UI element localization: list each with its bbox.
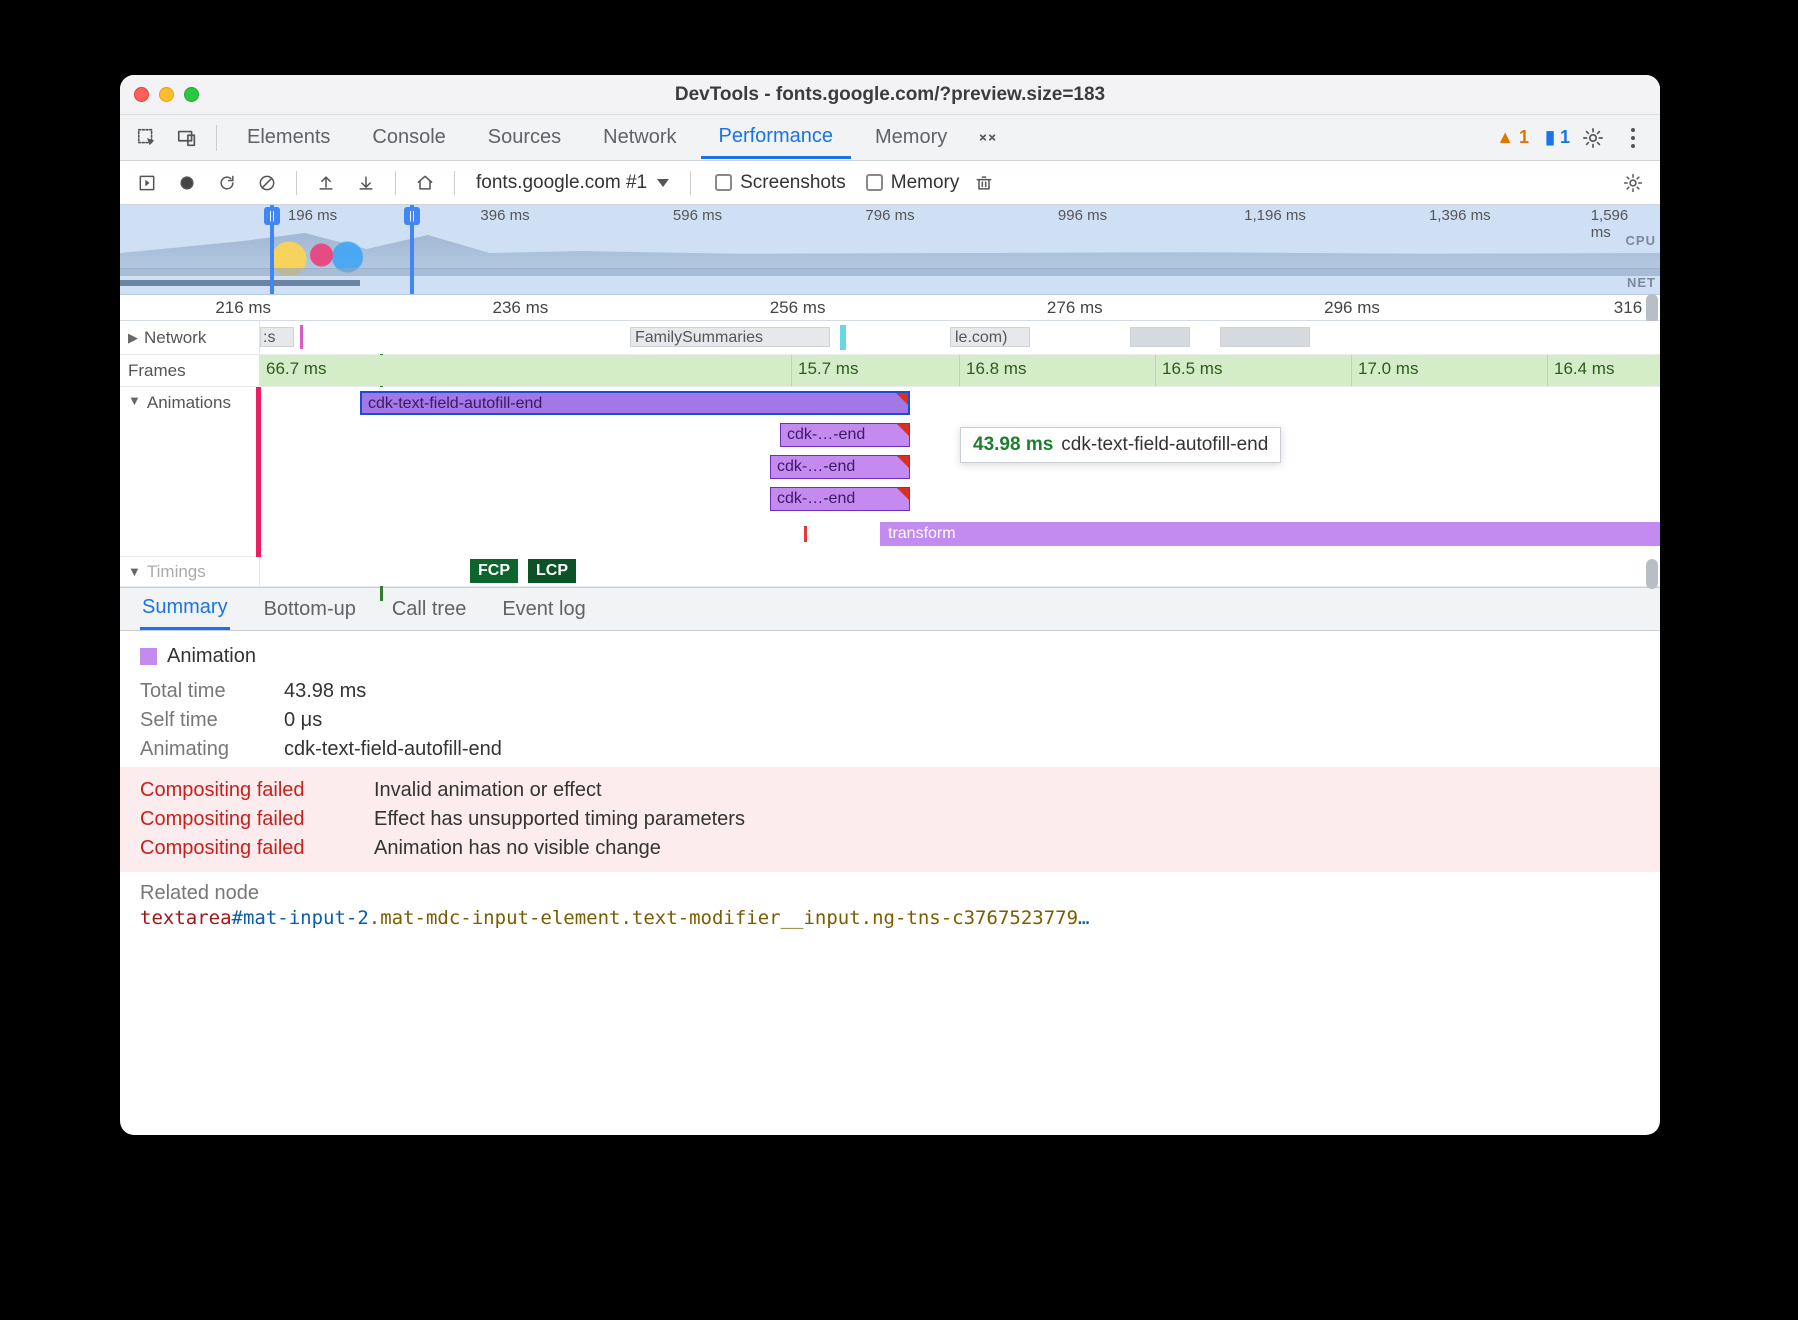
transform-bar[interactable]: transform — [880, 522, 1660, 546]
recording-select[interactable]: fonts.google.com #1 — [469, 169, 676, 197]
network-segment[interactable]: le.com) — [950, 327, 1030, 347]
overview-handle-right[interactable] — [410, 205, 414, 294]
upload-icon[interactable] — [311, 168, 341, 198]
related-node-link[interactable]: textarea#mat-input-2.mat-mdc-input-eleme… — [140, 907, 1089, 929]
toggle-drawer-icon[interactable] — [132, 168, 162, 198]
tab-call-tree[interactable]: Call tree — [390, 590, 468, 629]
animations-track-label[interactable]: ▼Animations — [120, 387, 260, 417]
frame-cell[interactable]: 66.7 ms — [260, 355, 792, 386]
tab-console[interactable]: Console — [354, 118, 463, 157]
cpu-label: CPU — [1626, 233, 1656, 248]
network-track-label[interactable]: ▶Network — [120, 321, 260, 354]
animation-bar-selected[interactable]: cdk-text-field-autofill-end — [360, 391, 910, 415]
detail-ruler[interactable]: 216 ms 236 ms 256 ms 276 ms 296 ms 316 m… — [120, 295, 1660, 321]
network-track[interactable]: :s FamilySummaries le.com) — [260, 321, 1660, 354]
performance-toolbar: fonts.google.com #1 Screenshots Memory — [120, 161, 1660, 205]
issue-badges[interactable]: ▲ 1 ▮ 1 — [1496, 127, 1570, 148]
net-label: NET — [1627, 275, 1656, 290]
compositing-failures: Compositing failedInvalid animation or e… — [120, 767, 1660, 872]
self-time-label: Self time — [140, 709, 270, 732]
recording-select-label: fonts.google.com #1 — [476, 172, 647, 194]
animation-bar[interactable]: cdk-…-end — [770, 455, 910, 479]
animation-bar[interactable]: cdk-…-end — [780, 423, 910, 447]
summary-pane: Animation Total time 43.98 ms Self time … — [120, 631, 1660, 1135]
tab-sources[interactable]: Sources — [470, 118, 579, 157]
settings-gear-icon[interactable] — [1576, 121, 1610, 155]
tab-summary[interactable]: Summary — [140, 588, 230, 630]
network-segment[interactable] — [1220, 327, 1310, 347]
timings-track-label[interactable]: ▼Timings — [120, 557, 260, 586]
clear-icon[interactable] — [252, 168, 282, 198]
frames-track-label[interactable]: Frames — [120, 355, 260, 386]
frame-cell[interactable]: 16.5 ms — [1156, 355, 1352, 386]
network-segment[interactable]: FamilySummaries — [630, 327, 830, 347]
tab-bottom-up[interactable]: Bottom-up — [262, 590, 358, 629]
reload-record-icon[interactable] — [212, 168, 242, 198]
hover-tooltip: 43.98 mscdk-text-field-autofill-end — [960, 427, 1281, 463]
frame-cell[interactable]: 15.7 ms — [792, 355, 960, 386]
frame-cell[interactable]: 16.4 ms — [1548, 355, 1660, 386]
record-icon[interactable] — [172, 168, 202, 198]
tab-network[interactable]: Network — [585, 118, 694, 157]
scroll-indicator[interactable] — [1646, 294, 1658, 324]
details-tabstrip: Summary Bottom-up Call tree Event log — [120, 587, 1660, 631]
timeline-overview[interactable]: 196 ms 396 ms 596 ms 796 ms 996 ms 1,196… — [120, 205, 1660, 295]
timings-track[interactable]: FCP LCP — [260, 557, 1660, 586]
frame-cell[interactable]: 17.0 ms — [1352, 355, 1548, 386]
tab-event-log[interactable]: Event log — [500, 590, 587, 629]
gc-icon[interactable] — [969, 168, 999, 198]
frames-track[interactable]: 66.7 ms 15.7 ms 16.8 ms 16.5 ms 17.0 ms … — [260, 355, 1660, 386]
lcp-marker[interactable]: LCP — [528, 559, 576, 583]
animating-value: cdk-text-field-autofill-end — [284, 738, 502, 761]
tab-performance[interactable]: Performance — [701, 117, 852, 159]
home-icon[interactable] — [410, 168, 440, 198]
warning-badge[interactable]: ▲ 1 — [1496, 127, 1529, 148]
main-tabstrip: Elements Console Sources Network Perform… — [120, 115, 1660, 161]
total-time-label: Total time — [140, 680, 270, 703]
fcp-marker[interactable]: FCP — [470, 559, 518, 583]
chevron-down-icon — [657, 179, 669, 187]
network-mark[interactable] — [840, 325, 846, 350]
download-icon[interactable] — [351, 168, 381, 198]
animating-label: Animating — [140, 738, 270, 761]
total-time-value: 43.98 ms — [284, 680, 366, 703]
window-title: DevTools - fonts.google.com/?preview.siz… — [120, 84, 1660, 106]
inspect-icon[interactable] — [130, 121, 164, 155]
category-swatch — [140, 648, 157, 665]
kebab-menu-icon[interactable] — [1616, 121, 1650, 155]
network-segment[interactable] — [1130, 327, 1190, 347]
memory-checkbox[interactable]: Memory — [866, 172, 960, 194]
related-node-label: Related node — [140, 882, 1640, 905]
animation-bar[interactable]: cdk-…-end — [770, 487, 910, 511]
scroll-indicator[interactable] — [1646, 559, 1658, 589]
tab-elements[interactable]: Elements — [229, 118, 348, 157]
self-time-value: 0 μs — [284, 709, 322, 732]
info-badge[interactable]: ▮ 1 — [1545, 127, 1570, 148]
devtools-window: DevTools - fonts.google.com/?preview.siz… — [120, 75, 1660, 1135]
summary-title: Animation — [167, 645, 256, 668]
more-tabs-icon[interactable] — [971, 121, 1005, 155]
overview-handle-left[interactable] — [270, 205, 274, 294]
sidebar-marker — [256, 387, 261, 557]
tab-memory[interactable]: Memory — [857, 118, 965, 157]
titlebar: DevTools - fonts.google.com/?preview.siz… — [120, 75, 1660, 115]
animations-track[interactable]: cdk-text-field-autofill-end cdk-…-end cd… — [260, 387, 1660, 557]
frame-cell[interactable]: 16.8 ms — [960, 355, 1156, 386]
capture-settings-gear-icon[interactable] — [1618, 168, 1648, 198]
screenshots-checkbox[interactable]: Screenshots — [715, 172, 846, 194]
flamechart-tracks[interactable]: ▶Network :s FamilySummaries le.com) Fram… — [120, 321, 1660, 587]
network-mark[interactable] — [300, 325, 303, 349]
network-segment[interactable]: :s — [260, 327, 294, 347]
device-toggle-icon[interactable] — [170, 121, 204, 155]
